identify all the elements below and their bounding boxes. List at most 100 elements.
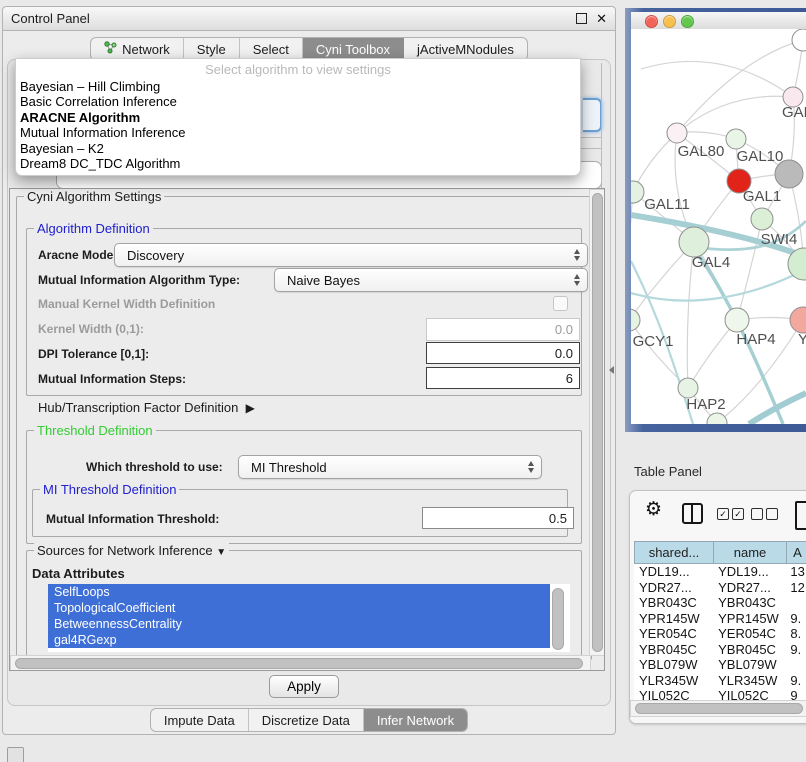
network-node[interactable] — [726, 129, 746, 149]
table-horizontal-scrollbar[interactable] — [630, 700, 806, 717]
collapse-down-icon[interactable]: ▼ — [216, 547, 226, 558]
table-row[interactable]: YIL052CYIL052C9 — [634, 688, 806, 700]
attribute-item-selfloops[interactable]: SelfLoops — [48, 584, 550, 600]
vertical-scrollbar[interactable] — [589, 189, 605, 656]
tab-network[interactable]: Network — [91, 38, 184, 60]
table-row[interactable]: YPR145WYPR145W9. — [634, 611, 806, 627]
bottom-tab-discretize-data[interactable]: Discretize Data — [249, 709, 364, 731]
select-all-icon[interactable]: ✓ — [717, 508, 729, 520]
which-threshold-value: MI Threshold — [251, 460, 327, 475]
node-label-hap2: HAP2 — [686, 396, 725, 413]
vertical-scrollbar-thumb[interactable] — [592, 193, 603, 652]
data-attributes-list[interactable]: SelfLoopsTopologicalCoefficientBetweenne… — [48, 584, 570, 652]
group-border-fragment — [581, 137, 602, 138]
table-row[interactable]: YBR045CYBR045C9. — [634, 642, 806, 658]
bottom-tab-impute-data[interactable]: Impute Data — [151, 709, 249, 731]
split-columns-icon[interactable] — [682, 503, 703, 524]
network-edge[interactable] — [631, 320, 688, 388]
horizontal-scrollbar[interactable] — [10, 655, 591, 671]
table-row[interactable]: YDR27...YDR27...12 — [634, 580, 806, 596]
close-icon[interactable]: ✕ — [596, 13, 607, 25]
bottom-tab-infer-network[interactable]: Infer Network — [364, 709, 467, 731]
algorithm-option-bayesian-hill-climbing[interactable]: Bayesian – Hill Climbing — [16, 79, 580, 94]
aracne-mode-select[interactable]: Discovery — [114, 243, 588, 267]
table-row[interactable]: YBR043CYBR043C — [634, 595, 806, 611]
tab-label: Network — [122, 42, 170, 57]
horizontal-scrollbar-thumb[interactable] — [15, 658, 583, 669]
sources-title[interactable]: Sources for Network Inference ▼ — [34, 543, 229, 558]
tab-style[interactable]: Style — [184, 38, 240, 60]
network-node[interactable] — [725, 308, 749, 332]
network-edge[interactable] — [688, 320, 737, 388]
tab-label: Select — [253, 42, 289, 57]
tab-select[interactable]: Select — [240, 38, 303, 60]
close-button[interactable] — [645, 15, 658, 28]
gear-icon[interactable]: ⚙ — [645, 498, 662, 520]
stepper-icon — [528, 456, 534, 478]
column-header-name[interactable]: name — [713, 541, 787, 564]
deselect-all-icon[interactable] — [766, 508, 778, 520]
algorithm-option-bayesian-k2[interactable]: Bayesian – K2 — [16, 141, 580, 156]
column-header-partial[interactable]: A — [786, 541, 806, 564]
network-edge[interactable] — [631, 192, 633, 320]
node-label-swi4: SWI4 — [761, 231, 798, 248]
network-edge[interactable] — [677, 96, 793, 133]
network-node[interactable] — [667, 123, 687, 143]
algorithm-option-basic-correlation-inference[interactable]: Basic Correlation Inference — [16, 94, 580, 109]
deselect-all-icon[interactable] — [751, 508, 763, 520]
mi-threshold-field[interactable]: 0.5 — [422, 507, 574, 529]
algorithm-option-mutual-information-inference[interactable]: Mutual Information Inference — [16, 125, 580, 140]
splitter-handle[interactable] — [609, 366, 614, 374]
table-panel-card: ⚙ ✓ ✓ shared... name A YDL19...YDL19...1… — [629, 490, 806, 724]
network-node[interactable] — [631, 309, 640, 331]
zoom-button[interactable] — [681, 15, 694, 28]
network-node[interactable] — [792, 29, 806, 51]
tab-jactivemnodules[interactable]: jActiveMNodules — [404, 38, 527, 60]
hub-definition-expander[interactable]: Hub/Transcription Factor Definition ▶ — [38, 400, 255, 415]
network-node[interactable] — [751, 208, 773, 230]
apply-button[interactable]: Apply — [269, 675, 339, 698]
algorithm-select-popup: Select algorithm to view settings Bayesi… — [15, 58, 581, 176]
threshold-definition-title: Threshold Definition — [34, 423, 156, 438]
network-edge-highlighted[interactable] — [749, 393, 806, 424]
node-label-gal1: GAL1 — [743, 188, 781, 205]
bottom-tab-strip: Impute DataDiscretize DataInfer Network — [150, 708, 468, 732]
table-cell: YDR27... — [715, 580, 788, 595]
collapsed-panel-grip[interactable] — [7, 747, 24, 762]
algorithm-option-dream8-dc-tdc-algorithm[interactable]: Dream8 DC_TDC Algorithm — [16, 156, 580, 171]
attribute-item-topologicalcoefficient[interactable]: TopologicalCoefficient — [48, 600, 550, 616]
list-scrollbar-thumb[interactable] — [552, 588, 564, 650]
table-cell: YIL052C — [634, 688, 715, 700]
expand-right-icon[interactable]: ▶ — [246, 401, 255, 415]
stepper-icon — [574, 244, 580, 266]
select-all-icon[interactable]: ✓ — [732, 508, 744, 520]
new-table-icon[interactable] — [795, 501, 806, 530]
tab-cyni-toolbox[interactable]: Cyni Toolbox — [303, 38, 404, 60]
dpi-tolerance-field[interactable]: 0.0 — [426, 342, 580, 364]
network-node[interactable] — [678, 378, 698, 398]
table-row[interactable]: YBL079WYBL079W — [634, 657, 806, 673]
column-header-shared-name[interactable]: shared... — [634, 541, 714, 564]
cyni-algorithm-settings-title: Cyni Algorithm Settings — [24, 189, 164, 204]
table-cell: YPR145W — [634, 611, 715, 626]
which-threshold-select[interactable]: MI Threshold — [238, 455, 542, 479]
node-label-gal: GAL — [782, 104, 806, 121]
algorithm-option-aracne-algorithm[interactable]: ARACNE Algorithm — [16, 110, 580, 125]
network-canvas[interactable]: GALGAL80GAL10GAL1GAL11SWI4GAL4GCY1HAP4YH… — [631, 29, 806, 424]
table-row[interactable]: YLR345WYLR345W9. — [634, 673, 806, 689]
mi-type-select[interactable]: Naive Bayes — [274, 268, 588, 292]
attribute-item-betweennesscentrality[interactable]: BetweennessCentrality — [48, 616, 550, 632]
table-row[interactable]: YDL19...YDL19...13 — [634, 564, 806, 580]
attribute-item-gal4rgexp[interactable]: gal4RGexp — [48, 632, 550, 648]
dpi-tolerance-label: DPI Tolerance [0,1]: — [38, 347, 149, 361]
minimize-button[interactable] — [663, 15, 676, 28]
node-label-gal80: GAL80 — [678, 143, 725, 160]
network-node[interactable] — [679, 227, 709, 257]
float-window-icon[interactable] — [576, 13, 587, 24]
algorithm-definition-title: Algorithm Definition — [34, 221, 153, 236]
manual-kernel-checkbox[interactable] — [553, 296, 568, 311]
network-node[interactable] — [790, 307, 806, 333]
mi-steps-field[interactable]: 6 — [426, 367, 580, 389]
table-row[interactable]: YER054CYER054C8. — [634, 626, 806, 642]
table-scrollbar-thumb[interactable] — [635, 703, 803, 714]
